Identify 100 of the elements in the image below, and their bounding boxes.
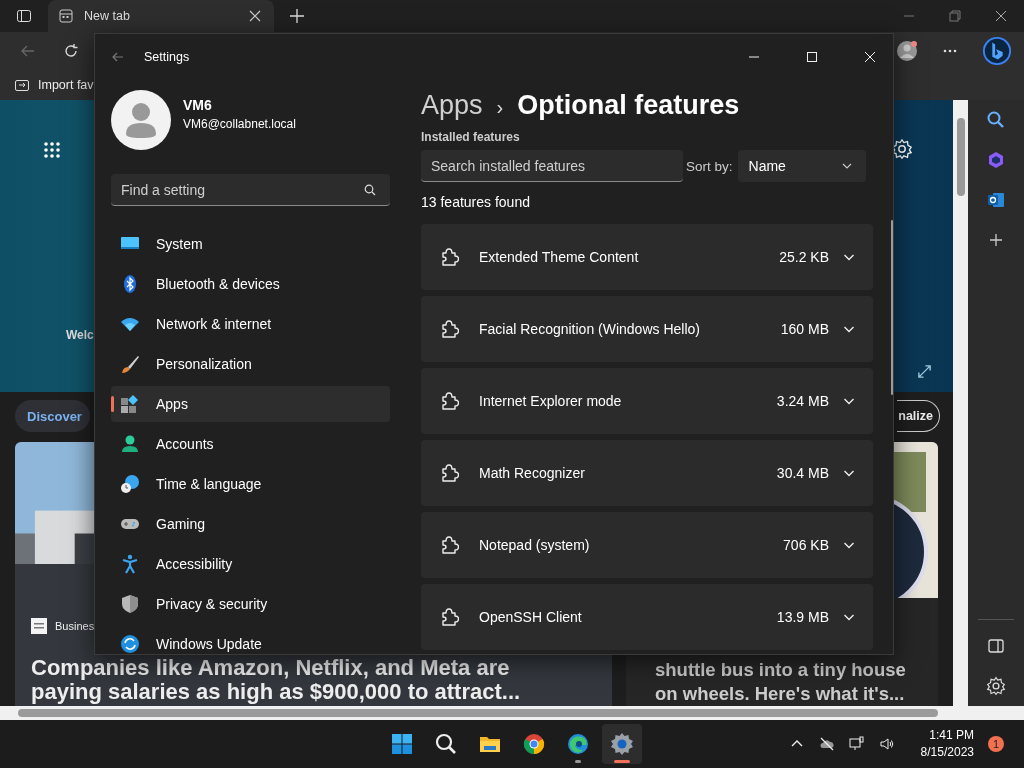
tab-page-icon [58, 8, 74, 24]
feature-size: 30.4 MB [776, 465, 829, 481]
apps-icon [120, 394, 140, 414]
feature-row[interactable]: Facial Recognition (Windows Hello) 160 MB [421, 296, 873, 362]
user-email: VM6@collabnet.local [183, 117, 296, 131]
settings-icon[interactable] [986, 676, 1006, 696]
vertical-scrollbar[interactable] [953, 100, 968, 706]
breadcrumb-separator: › [496, 96, 504, 119]
edge-icon [566, 732, 590, 756]
feature-row[interactable]: Extended Theme Content 25.2 KB [421, 224, 873, 290]
nav-item[interactable]: Accounts [111, 426, 390, 462]
maximize-icon[interactable] [806, 51, 818, 63]
search-field[interactable]: Search installed features [421, 150, 683, 182]
clock-date: 8/15/2023 [920, 744, 974, 761]
copilot-icon[interactable] [986, 150, 1006, 170]
feature-row[interactable]: Notepad (system) 706 KB [421, 512, 873, 578]
nav-item[interactable]: Personalization [111, 346, 390, 382]
feature-size: 25.2 KB [779, 249, 829, 265]
sidebar-toggle-icon[interactable] [16, 8, 32, 24]
volume-icon[interactable] [878, 736, 895, 752]
source-logo-icon [31, 618, 47, 634]
nav-item[interactable]: Accessibility [111, 546, 390, 582]
source-name: Busines [55, 620, 95, 632]
back-icon[interactable] [112, 51, 124, 63]
headline-text[interactable]: shuttle bus into a tiny house [655, 658, 938, 682]
feature-size: 3.24 MB [776, 393, 829, 409]
headline-text[interactable]: paying salaries as high as $900,000 to attract... [31, 680, 521, 704]
horizontal-scrollbar[interactable] [0, 706, 1024, 720]
outlook-icon[interactable] [986, 190, 1006, 210]
discover-tab[interactable]: Discover [15, 400, 90, 432]
headline-text[interactable]: Companies like Amazon, Netflix, and Meta are [31, 656, 510, 680]
browser-tab[interactable]: New tab [48, 0, 274, 32]
puzzle-icon [439, 463, 459, 483]
sort-label: Sort by: [686, 158, 733, 174]
bing-icon[interactable] [982, 36, 1012, 66]
nav-item[interactable]: System [111, 226, 390, 262]
sort-dropdown[interactable]: Name [737, 150, 866, 182]
tab-title: New tab [84, 9, 131, 23]
puzzle-icon [439, 607, 459, 627]
nav-item[interactable]: Time & language [111, 466, 390, 502]
chrome-icon [522, 732, 546, 756]
avatar-icon[interactable] [111, 90, 171, 150]
nav-item[interactable]: Gaming [111, 506, 390, 542]
welcome-text: Welc [66, 328, 94, 342]
headline-text[interactable]: on wheels. Here's what it's... [655, 682, 938, 706]
search-field[interactable]: Find a setting [111, 174, 390, 206]
nav-item[interactable]: Apps [111, 386, 390, 422]
feature-size: 13.9 MB [776, 609, 829, 625]
sidebar-panel-icon[interactable] [986, 636, 1006, 656]
puzzle-icon [439, 319, 459, 339]
puzzle-icon [439, 535, 459, 555]
window-title: Settings [144, 50, 190, 64]
person-icon [120, 434, 140, 454]
feature-size: 160 MB [780, 321, 829, 337]
cloud-off-icon[interactable] [818, 736, 835, 752]
clock[interactable]: 1:41 PM 8/15/2023 [920, 727, 974, 761]
feature-row[interactable]: Internet Explorer mode 3.24 MB [421, 368, 873, 434]
scrollbar[interactable] [891, 220, 893, 395]
feature-name: Math Recognizer [479, 465, 586, 481]
breadcrumb-link[interactable]: Apps [421, 90, 483, 121]
search-icon [364, 184, 376, 196]
refresh-icon[interactable] [63, 43, 79, 59]
nav-item[interactable]: Network & internet [111, 306, 390, 342]
notification-badge[interactable]: 1 [988, 736, 1004, 752]
globe-clock-icon [120, 474, 140, 494]
gear-icon [610, 732, 634, 756]
profile-icon[interactable] [896, 40, 918, 62]
restore-icon[interactable] [949, 10, 961, 22]
feature-name: Notepad (system) [479, 537, 591, 553]
close-tab-icon[interactable] [249, 10, 261, 22]
puzzle-icon [439, 391, 459, 411]
back-icon[interactable] [20, 43, 36, 59]
chevron-down-icon [841, 161, 852, 171]
nav-item[interactable]: Bluetooth & devices [111, 266, 390, 302]
user-name: VM6 [183, 97, 213, 113]
feature-row[interactable]: OpenSSH Client 13.9 MB [421, 584, 873, 650]
expand-icon[interactable] [917, 364, 932, 379]
new-tab-icon[interactable] [289, 8, 305, 24]
close-icon[interactable] [995, 10, 1007, 22]
page-title: Optional features [517, 90, 740, 121]
section-heading: Installed features [421, 130, 521, 144]
windows-logo-icon [390, 732, 414, 756]
search-icon [434, 732, 458, 756]
network-icon[interactable] [848, 736, 865, 752]
import-favorites-icon [14, 77, 30, 93]
feature-name: Internet Explorer mode [479, 393, 623, 409]
result-count: 13 features found [421, 194, 531, 210]
apps-grid-icon[interactable] [42, 140, 62, 160]
accessibility-icon [120, 554, 140, 574]
feature-name: Facial Recognition (Windows Hello) [479, 321, 701, 337]
brush-icon [120, 354, 140, 374]
clock-time: 1:41 PM [929, 727, 974, 744]
feature-size: 706 KB [783, 537, 829, 553]
nav-item[interactable]: Privacy & security [111, 586, 390, 622]
shield-icon [120, 594, 140, 614]
favorite-link[interactable]: Import fav [38, 78, 94, 92]
search-icon[interactable] [986, 110, 1006, 130]
puzzle-icon [439, 247, 459, 267]
feature-name: Extended Theme Content [479, 249, 640, 265]
feature-row[interactable]: Math Recognizer 30.4 MB [421, 440, 873, 506]
